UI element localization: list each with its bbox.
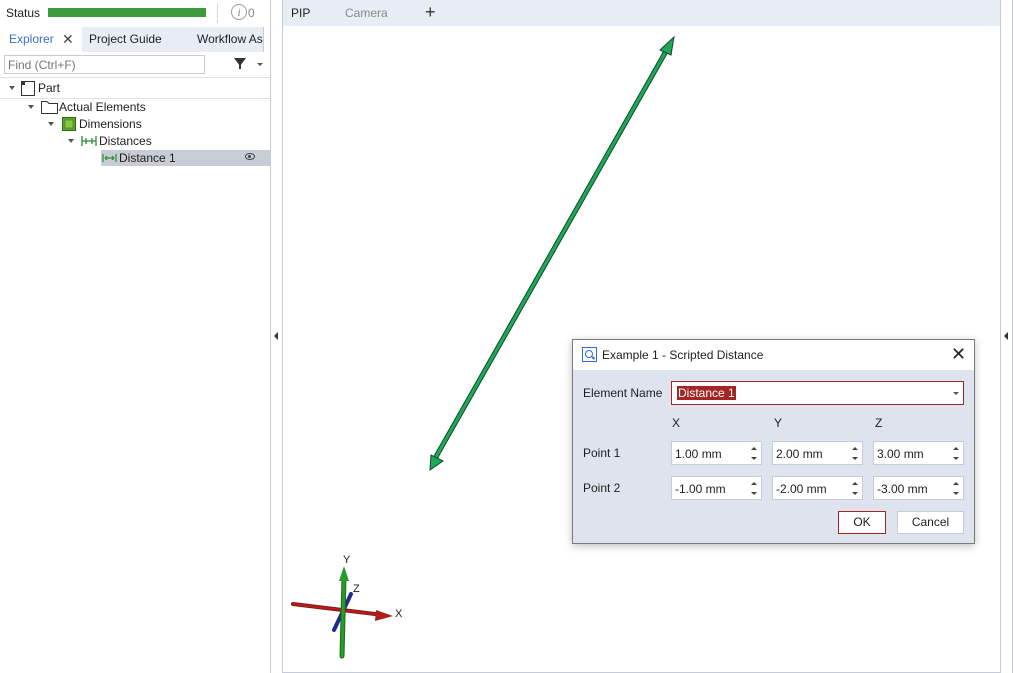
distance-icon bbox=[102, 154, 117, 162]
y-axis-arrow-icon bbox=[339, 566, 349, 581]
spin-down-icon[interactable] bbox=[953, 457, 959, 460]
spin-value: 1.00 mm bbox=[675, 447, 722, 461]
close-icon[interactable]: ✕ bbox=[951, 344, 966, 364]
eye-icon[interactable] bbox=[245, 153, 255, 160]
expand-arrow-icon[interactable] bbox=[48, 122, 54, 126]
tree-item-label: Distance 1 bbox=[119, 151, 176, 165]
point-1-z-input[interactable]: 3.00 mm bbox=[873, 441, 964, 465]
spin-down-icon[interactable] bbox=[953, 492, 959, 495]
chevron-down-icon[interactable] bbox=[257, 63, 263, 66]
scripted-distance-dialog: Example 1 - Scripted Distance ✕ Element … bbox=[572, 339, 975, 544]
spin-value: -2.00 mm bbox=[776, 482, 827, 496]
y-axis-label: Y bbox=[343, 554, 351, 566]
element-name-value[interactable]: Distance 1 bbox=[677, 386, 736, 400]
element-name-label: Element Name bbox=[583, 386, 663, 400]
status-progress-fill bbox=[48, 8, 206, 17]
explorer-tabs: Explorer ✕ Project Guide Workflow Assist… bbox=[0, 27, 270, 52]
tab-project-guide[interactable]: Project Guide bbox=[89, 27, 162, 52]
tab-explorer-label: Explorer bbox=[9, 32, 54, 46]
point-1-x-input[interactable]: 1.00 mm bbox=[671, 441, 762, 465]
spin-up-icon[interactable] bbox=[852, 482, 858, 485]
column-header-x: X bbox=[672, 416, 681, 430]
inspect-icon bbox=[582, 347, 597, 362]
application-window: Status i 0 Explorer ✕ Project Guide Work… bbox=[0, 0, 1013, 673]
tree-item-label: Distances bbox=[99, 134, 152, 148]
tab-workflow-assistant[interactable]: Workflow Assistant bbox=[197, 27, 265, 52]
status-separator bbox=[217, 3, 218, 23]
folder-icon bbox=[41, 101, 58, 114]
tab-explorer[interactable]: Explorer ✕ bbox=[0, 27, 82, 52]
expand-arrow-icon[interactable] bbox=[28, 105, 34, 109]
spin-value: -3.00 mm bbox=[877, 482, 928, 496]
dimensions-icon bbox=[62, 117, 76, 131]
filter-icon-stem bbox=[239, 64, 241, 69]
search-row bbox=[0, 53, 270, 77]
spin-up-icon[interactable] bbox=[852, 447, 858, 450]
part-icon bbox=[21, 81, 35, 96]
x-axis-arrow-icon bbox=[375, 610, 393, 621]
spin-down-icon[interactable] bbox=[852, 457, 858, 460]
status-label: Status bbox=[6, 6, 41, 20]
spin-down-icon[interactable] bbox=[751, 492, 757, 495]
z-axis-label: Z bbox=[353, 583, 360, 595]
column-header-y: Y bbox=[774, 416, 783, 430]
spin-up-icon[interactable] bbox=[751, 447, 757, 450]
arrowhead-bottom-icon bbox=[429, 454, 444, 472]
spin-value: -1.00 mm bbox=[675, 482, 726, 496]
x-axis-label: X bbox=[395, 608, 403, 620]
expand-arrow-icon[interactable] bbox=[68, 139, 74, 143]
collapse-left-icon[interactable] bbox=[274, 332, 278, 340]
spin-value: 2.00 mm bbox=[776, 447, 823, 461]
spin-down-icon[interactable] bbox=[852, 492, 858, 495]
left-splitter[interactable] bbox=[271, 0, 283, 673]
spin-up-icon[interactable] bbox=[953, 447, 959, 450]
column-header-z: Z bbox=[875, 416, 883, 430]
point-1-label: Point 1 bbox=[583, 446, 621, 460]
dialog-title: Example 1 - Scripted Distance bbox=[602, 348, 764, 362]
distances-icon bbox=[81, 136, 97, 146]
scene-canvas: Y Z X bbox=[291, 35, 675, 659]
search-input[interactable] bbox=[4, 55, 205, 74]
axis-triad: Y Z X bbox=[291, 554, 403, 659]
info-count: 0 bbox=[248, 6, 255, 20]
point-2-label: Point 2 bbox=[583, 481, 621, 495]
tree-item-label: Actual Elements bbox=[59, 100, 146, 114]
cancel-button[interactable]: Cancel bbox=[897, 511, 964, 534]
status-progress-bar bbox=[48, 8, 206, 17]
close-icon[interactable]: ✕ bbox=[62, 27, 74, 52]
point-1-y-input[interactable]: 2.00 mm bbox=[772, 441, 863, 465]
collapse-right-icon[interactable] bbox=[1004, 332, 1008, 340]
point-2-z-input[interactable]: -3.00 mm bbox=[873, 476, 964, 500]
divider bbox=[0, 77, 270, 78]
explorer-panel: Status i 0 Explorer ✕ Project Guide Work… bbox=[0, 0, 271, 673]
dialog-titlebar[interactable]: Example 1 - Scripted Distance ✕ bbox=[573, 340, 974, 370]
right-splitter[interactable] bbox=[1000, 0, 1013, 673]
spin-down-icon[interactable] bbox=[751, 457, 757, 460]
tabs-scroll[interactable] bbox=[263, 27, 270, 52]
spin-up-icon[interactable] bbox=[751, 482, 757, 485]
info-circle-icon[interactable]: i bbox=[231, 4, 247, 20]
chevron-down-icon[interactable] bbox=[953, 392, 959, 395]
3d-viewport[interactable]: PIP Camera + Y Z X bbox=[283, 0, 1000, 673]
tree-item-label: Dimensions bbox=[79, 117, 142, 131]
ok-button[interactable]: OK bbox=[838, 511, 886, 534]
point-2-y-input[interactable]: -2.00 mm bbox=[772, 476, 863, 500]
point-2-x-input[interactable]: -1.00 mm bbox=[671, 476, 762, 500]
arrowhead-top-icon bbox=[659, 35, 675, 56]
spin-up-icon[interactable] bbox=[953, 482, 959, 485]
status-bar: Status i 0 bbox=[0, 0, 270, 26]
tree-item-label: Part bbox=[38, 81, 61, 95]
spin-value: 3.00 mm bbox=[877, 447, 924, 461]
expand-arrow-icon[interactable] bbox=[9, 86, 15, 90]
element-name-combobox[interactable]: Distance 1 bbox=[671, 381, 964, 405]
